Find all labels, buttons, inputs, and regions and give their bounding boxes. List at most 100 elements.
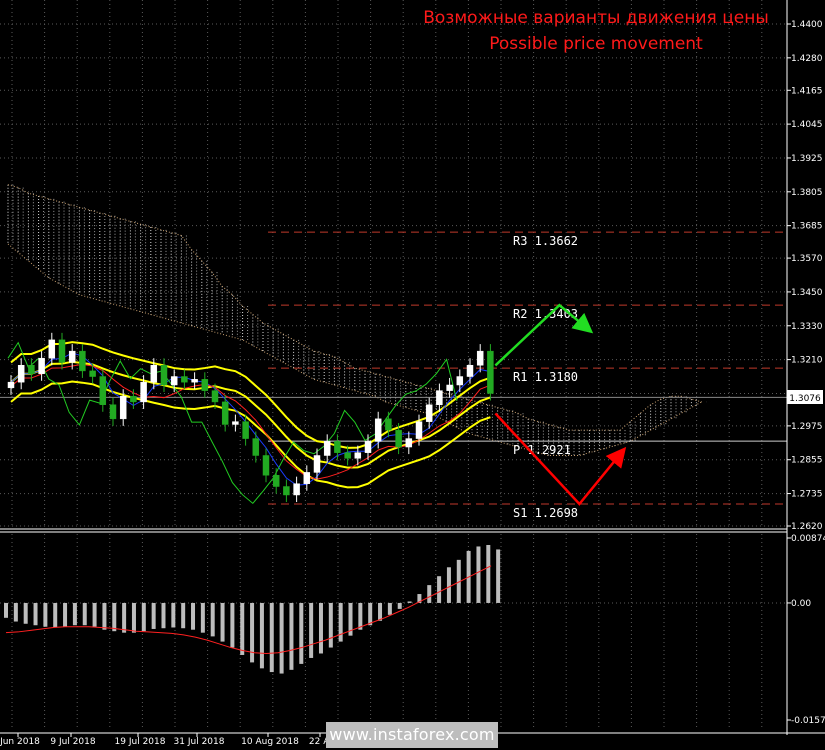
macd-bar <box>122 602 127 633</box>
macd-bar <box>397 602 402 609</box>
macd-bar <box>309 602 314 658</box>
candle-bull <box>354 452 362 459</box>
macd-bar <box>387 602 392 615</box>
candle-bull <box>140 381 147 403</box>
macd-bar <box>210 602 215 637</box>
candle-bear <box>395 429 402 448</box>
candle-bull <box>293 483 300 496</box>
macd-bar <box>131 602 136 633</box>
candle-bear <box>181 376 188 383</box>
candle-bear <box>89 370 96 377</box>
x-tick-label: Jun 2018 <box>0 737 40 747</box>
y-tick-label: 1.3450 <box>791 288 823 298</box>
macd-bar <box>289 602 294 670</box>
candle-bear <box>109 404 117 420</box>
y-tick-label: 1.3925 <box>791 154 823 164</box>
y-tick-label: 1.4400 <box>791 20 823 30</box>
pivot-label-r1: R1 1.3180 <box>513 370 578 384</box>
macd-bar <box>92 602 97 627</box>
candle-bear <box>99 376 107 405</box>
candle-bear <box>283 486 290 496</box>
macd-bar <box>259 602 264 669</box>
macd-y-tick-label: -0.01575 <box>791 716 825 726</box>
y-tick-label: 1.4045 <box>791 120 823 130</box>
y-tick-label: 1.3570 <box>791 254 823 264</box>
macd-bar <box>407 601 412 603</box>
macd-bar <box>378 602 383 621</box>
y-tick-label: 1.4280 <box>791 54 823 64</box>
current-price-tag: 1.3076 <box>787 390 823 404</box>
y-tick-label: 1.3210 <box>791 356 823 366</box>
macd-bar <box>72 602 77 626</box>
x-tick-label: 10 Aug 2018 <box>241 737 299 747</box>
watermark: www.instaforex.com <box>326 722 498 748</box>
candle-bear <box>211 390 219 403</box>
macd-bar <box>82 602 87 626</box>
macd-bar <box>358 602 363 630</box>
macd-bar <box>318 602 323 654</box>
macd-bar <box>427 585 432 603</box>
y-tick-label: 1.2975 <box>791 422 823 432</box>
chart-title-ru: Возможные варианты движения цены <box>423 8 769 28</box>
chart-title-en: Possible price movement <box>489 34 703 54</box>
current-price-label: 1.3076 <box>789 394 821 404</box>
candle-bull <box>232 421 239 425</box>
candle-bull <box>68 350 76 363</box>
candle-bull <box>466 364 474 377</box>
macd-bar <box>279 602 284 674</box>
y-tick-label: 1.4165 <box>791 86 823 96</box>
candle-bull <box>405 438 413 448</box>
candle-bull <box>476 350 484 366</box>
candle-bear <box>334 441 341 453</box>
macd-bar <box>102 602 107 630</box>
y-tick-label: 1.3685 <box>791 222 823 232</box>
macd-bar <box>43 602 48 627</box>
y-tick-label: 1.2620 <box>791 522 823 532</box>
macd-bar <box>161 602 166 629</box>
candle-bear <box>385 418 392 431</box>
y-tick-label: 1.3330 <box>791 322 823 332</box>
macd-bar <box>269 602 274 673</box>
macd-y-tick-label: 0.00 <box>791 599 811 609</box>
y-tick-label: 1.2855 <box>791 456 823 466</box>
macd-bar <box>299 602 304 664</box>
candle-bear <box>344 452 351 459</box>
macd-y-tick-label: 0.00874 <box>791 534 825 544</box>
x-tick-label: 31 Jul 2018 <box>174 737 225 747</box>
macd-bar <box>63 602 68 627</box>
x-tick-label: 19 Jul 2018 <box>115 737 166 747</box>
macd-bar <box>446 567 451 603</box>
candle-bear <box>28 364 35 374</box>
candle-bull <box>456 376 464 386</box>
macd-bar <box>240 602 245 655</box>
x-tick-label: 9 Jul 2018 <box>50 737 95 747</box>
candle-bull <box>436 390 443 405</box>
pivot-label-r3: R3 1.3662 <box>513 234 578 248</box>
macd-bar <box>151 602 156 629</box>
candle-bear <box>242 421 249 439</box>
macd-bar <box>171 602 176 628</box>
candle-bull <box>150 364 158 383</box>
macd-bar <box>476 546 481 603</box>
candle-bull <box>170 376 178 386</box>
candle-bull <box>415 421 423 439</box>
macd-bar <box>200 602 205 633</box>
macd-bar <box>141 602 146 632</box>
candle-bull <box>303 472 311 484</box>
candle-bear <box>130 396 137 403</box>
candle-bear <box>79 350 86 372</box>
candle-bull <box>191 379 198 383</box>
macd-bar <box>13 602 18 622</box>
pivot-label-p: P 1.2921 <box>513 443 571 457</box>
candle-bear <box>201 379 209 391</box>
candle-bull <box>7 381 15 389</box>
macd-bar <box>338 602 343 642</box>
macd-bar <box>230 602 235 648</box>
candle-bull <box>17 364 25 383</box>
macd-bar <box>368 602 373 626</box>
candle-bear <box>272 474 280 487</box>
macd-bar <box>53 602 58 628</box>
pivot-label-s1: S1 1.2698 <box>513 506 578 520</box>
macd-bar <box>33 602 38 626</box>
price-chart: R3 1.3662R2 1.3403R1 1.3180P 1.2921S1 1.… <box>0 0 825 750</box>
